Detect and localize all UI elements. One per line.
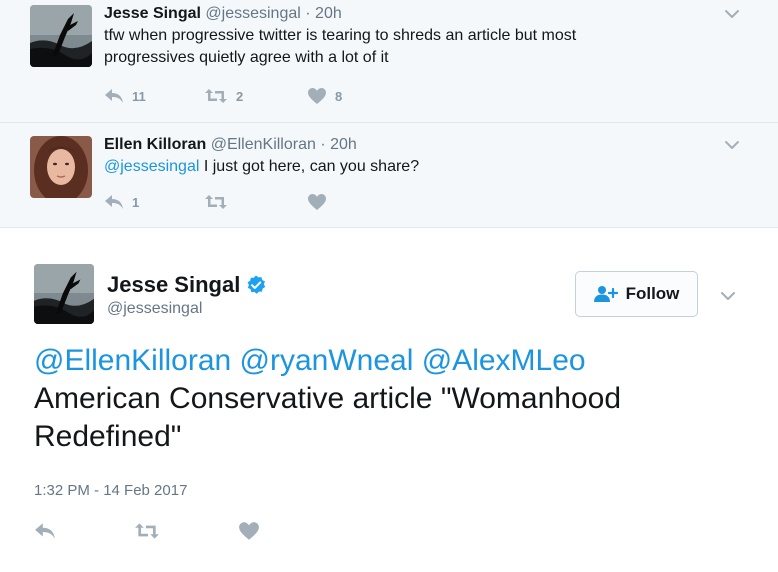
user-handle[interactable]: @jessesingal [205, 5, 300, 22]
user-handle[interactable]: @EllenKilloran [211, 136, 316, 153]
like-action[interactable]: 8 [307, 86, 342, 106]
reply-header: Ellen Killoran @EllenKilloran · 20h [104, 136, 357, 154]
retweet-action[interactable] [204, 192, 228, 212]
user-name[interactable]: Jesse Singal [104, 5, 201, 22]
reply-tweet[interactable]: Jesse Singal @jessesingal · 20h tfw when… [0, 0, 778, 122]
verified-badge-icon [247, 275, 266, 294]
like-count: 8 [335, 88, 343, 104]
tweet-text: tfw when progressive twitter is tearing … [104, 27, 577, 66]
like-action[interactable] [238, 520, 260, 542]
like-icon [308, 194, 326, 210]
follow-person-icon [593, 286, 618, 302]
user-name-text: Jesse Singal [107, 272, 241, 297]
timestamp[interactable]: 1:32 PM - 14 Feb 2017 [34, 482, 187, 499]
follow-button-label: Follow [625, 284, 680, 303]
avatar[interactable] [30, 136, 92, 198]
reply-action[interactable]: 11 [104, 86, 146, 106]
like-icon [239, 522, 259, 540]
avatar[interactable] [34, 264, 94, 324]
tweet-body: I just got here, can you share? [199, 158, 420, 175]
retweet-icon [205, 195, 227, 209]
like-icon [308, 88, 326, 104]
conversation-thread: Jesse Singal @jessesingal · 20h tfw when… [0, 0, 778, 228]
reply-count: 11 [132, 88, 146, 104]
tweet-body: American Conservative article "Womanhood… [34, 382, 622, 453]
tweet-text: @EllenKilloran @ryanWneal @AlexMLeo Amer… [34, 342, 734, 456]
user-name[interactable]: Ellen Killoran [104, 136, 206, 153]
reply-tweet[interactable]: Ellen Killoran @EllenKilloran · 20h @jes… [0, 122, 778, 228]
reply-action[interactable]: 1 [104, 192, 139, 212]
reply-header: Jesse Singal @jessesingal · 20h [104, 5, 342, 23]
timestamp[interactable]: 20h [330, 136, 357, 153]
timestamp[interactable]: 20h [315, 5, 342, 22]
reply-icon [35, 523, 55, 539]
chevron-down-icon[interactable] [724, 137, 740, 153]
retweet-icon [135, 523, 159, 539]
retweet-action[interactable] [134, 520, 160, 542]
retweet-icon [205, 89, 227, 103]
tweet-text: @jessesingal I just got here, can you sh… [104, 156, 664, 178]
user-name[interactable]: Jesse Singal [107, 272, 266, 298]
reply-count: 1 [132, 194, 140, 210]
avatar-image [34, 264, 94, 324]
mention-link[interactable]: @jessesingal [104, 158, 199, 175]
reply-icon [105, 195, 123, 209]
like-action[interactable] [307, 192, 327, 212]
avatar-image [30, 136, 92, 198]
separator-dot: · [305, 5, 311, 22]
follow-button[interactable]: Follow [575, 271, 698, 317]
reply-action[interactable] [34, 520, 56, 542]
retweet-count: 2 [236, 88, 244, 104]
avatar[interactable] [30, 5, 92, 67]
permalink-tweet: Jesse Singal @jessesingal Follow @EllenK… [0, 228, 778, 572]
retweet-action[interactable]: 2 [204, 86, 243, 106]
chevron-down-icon[interactable] [724, 6, 740, 22]
mention-links[interactable]: @EllenKilloran @ryanWneal @AlexMLeo [34, 342, 734, 380]
reply-icon [105, 89, 123, 103]
user-handle[interactable]: @jessesingal [107, 300, 202, 318]
separator-dot: · [320, 136, 326, 153]
chevron-down-icon[interactable] [720, 288, 736, 304]
avatar-image [30, 5, 92, 67]
